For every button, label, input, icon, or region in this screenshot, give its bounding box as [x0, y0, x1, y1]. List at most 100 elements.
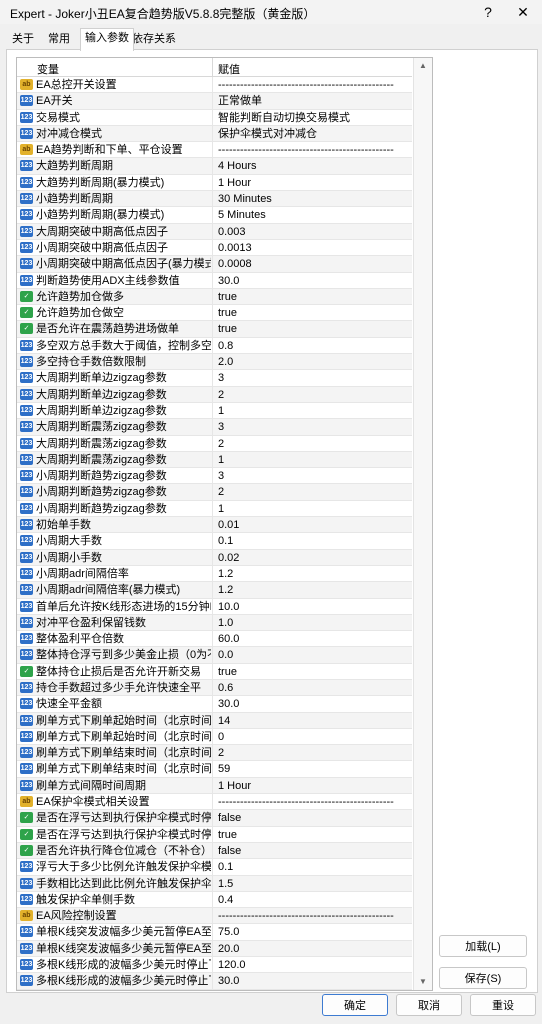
table-row[interactable]: 123 小趋势判断周期 30 Minutes — [17, 191, 412, 208]
table-row[interactable]: ✓ 整体持仓止损后是否允许开新交易 true — [17, 663, 412, 680]
scroll-up-icon[interactable]: ▲ — [414, 58, 432, 74]
param-value[interactable]: 保护伞模式对冲减仓 — [218, 127, 410, 141]
param-value[interactable]: ----------------------------------------… — [218, 143, 410, 157]
table-row[interactable]: ✓ 是否允许执行降仓位减仓（不补仓） false — [17, 842, 412, 860]
table-row[interactable]: 123 小周期判断趋势zigzag参数 1 — [17, 500, 412, 518]
param-value[interactable]: 0.0 — [218, 648, 410, 662]
param-value[interactable]: 75.0 — [218, 925, 410, 939]
param-value[interactable]: 1 — [218, 404, 410, 418]
ok-button[interactable]: 确定 — [322, 994, 388, 1016]
table-row[interactable]: 123刷单方式下刷单起始时间（北京时间）(时) 14 — [17, 712, 412, 729]
table-row[interactable]: ab EA总控开关设置 ------------------------------… — [17, 77, 412, 94]
table-row[interactable]: 123 小周期突破中期高低点因子(暴力模式) 0.0008 — [17, 256, 412, 273]
param-value[interactable]: 30.0 — [218, 974, 410, 988]
table-row[interactable]: 123 大周期判断单边zigzag参数 2 — [17, 386, 412, 403]
table-row[interactable]: 123单根K线突发波幅多少美元暂停EA至收盘 75.0 — [17, 924, 412, 941]
table-row[interactable]: 123 EA开关 正常做单 — [17, 93, 412, 110]
table-row[interactable]: 123 小周期adr间隔倍率(暴力模式) 1.2 — [17, 582, 412, 599]
table-row[interactable]: ab EA趋势判断和下单、平仓设置 ------------------------… — [17, 142, 412, 159]
table-row[interactable]: 123 大周期判断单边zigzag参数 3 — [17, 370, 412, 387]
param-value[interactable]: 1.2 — [218, 583, 410, 597]
table-row[interactable]: 123 大周期判断单边zigzag参数 1 — [17, 402, 412, 420]
tab-common[interactable]: 常用 — [44, 30, 74, 48]
table-row[interactable]: 123单根K线突发波幅多少美元暂停EA至收盘(?... 20.0 — [17, 940, 412, 958]
param-value[interactable]: 1 Hour — [218, 176, 410, 190]
param-value[interactable]: 1 — [218, 453, 410, 467]
param-value[interactable]: 59 — [218, 762, 410, 776]
param-value[interactable]: 1.0 — [218, 616, 410, 630]
table-row[interactable]: 123多根K线形成的波幅多少美元时停止下首单 120.0 — [17, 957, 412, 974]
table-row[interactable]: 123 初始单手数 0.01 — [17, 517, 412, 534]
table-row[interactable]: 123手数相比达到此比例允许触发保护伞模式 1.5 — [17, 875, 412, 892]
save-button[interactable]: 保存(S) — [439, 967, 527, 989]
param-value[interactable]: true — [218, 290, 410, 304]
param-value[interactable]: 智能判断自动切换交易模式 — [218, 111, 410, 125]
param-value[interactable]: 0.003 — [218, 225, 410, 239]
table-row[interactable]: 123 判断趋势使用ADX主线参数值 30.0 — [17, 272, 412, 289]
param-value[interactable]: false — [218, 811, 410, 825]
param-value[interactable]: 14 — [218, 714, 410, 728]
header-value[interactable]: 赋值 — [218, 61, 240, 77]
param-value[interactable]: 120.0 — [218, 958, 410, 972]
tab-inputs[interactable]: 输入参数 — [80, 28, 134, 51]
param-value[interactable]: 0.01 — [218, 518, 410, 532]
param-value[interactable]: 1.5 — [218, 877, 410, 891]
close-button[interactable]: ✕ — [505, 0, 541, 24]
table-row[interactable]: 123 浮亏大于多少比例允许触发保护伞模式 0.1 — [17, 859, 412, 876]
table-row[interactable]: 123 对冲平仓盈利保留钱数 1.0 — [17, 614, 412, 632]
param-value[interactable]: 0 — [218, 730, 410, 744]
table-row[interactable]: 123 小周期adr间隔倍率 1.2 — [17, 565, 412, 583]
help-button[interactable]: ? — [470, 0, 506, 24]
param-value[interactable]: 2.0 — [218, 355, 410, 369]
param-value[interactable]: 0.8 — [218, 339, 410, 353]
param-value[interactable]: 0.0013 — [218, 241, 410, 255]
param-value[interactable]: 4 Hours — [218, 159, 410, 173]
param-value[interactable]: ----------------------------------------… — [218, 795, 410, 809]
param-value[interactable]: 20.0 — [218, 942, 410, 956]
table-row[interactable]: ✓是否在浮亏达到执行保护伞模式时停止票?... true — [17, 826, 412, 843]
table-row[interactable]: 123 小周期判断趋势zigzag参数 2 — [17, 484, 412, 501]
param-value[interactable]: 1 — [218, 502, 410, 516]
table-row[interactable]: ✓ 允许趋势加仓做空 true — [17, 305, 412, 322]
table-row[interactable]: 123 大趋势判断周期(暴力模式) 1 Hour — [17, 174, 412, 192]
table-row[interactable]: 123多空双方总手数大于阈值，控制多空手数?... 0.8 — [17, 337, 412, 355]
param-value[interactable]: true — [218, 665, 410, 679]
param-value[interactable]: 1 Hour — [218, 779, 410, 793]
param-value[interactable]: 0.6 — [218, 681, 410, 695]
table-row[interactable]: ab EA风险控制设置 ------------------------------… — [17, 908, 412, 925]
tab-dependencies[interactable]: 依存关系 — [128, 30, 180, 48]
table-row[interactable]: 123 大趋势判断周期 4 Hours — [17, 158, 412, 175]
table-row[interactable]: 123 小周期小手数 0.02 — [17, 549, 412, 566]
table-row[interactable]: ✓是否在浮亏达到执行保护伞模式时停止票?... false — [17, 810, 412, 827]
param-value[interactable]: 0.0008 — [218, 257, 410, 271]
table-row[interactable]: 123 小周期大手数 0.1 — [17, 533, 412, 550]
param-value[interactable]: true — [218, 306, 410, 320]
table-row[interactable]: ✓ 允许趋势加仓做多 true — [17, 288, 412, 306]
param-value[interactable]: 正常做单 — [218, 94, 410, 108]
param-value[interactable]: 0.4 — [218, 893, 410, 907]
table-row[interactable]: 123 小趋势判断周期(暴力模式) 5 Minutes — [17, 207, 412, 224]
table-row[interactable]: 123 交易模式 智能判断自动切换交易模式 — [17, 109, 412, 126]
param-value[interactable]: false — [218, 844, 410, 858]
table-row[interactable]: 123 大周期突破中期高低点因子 0.003 — [17, 223, 412, 240]
param-value[interactable]: 3 — [218, 371, 410, 385]
table-row[interactable]: 123首单后允许按K线形态进场的15分钟K线?... 10.0 — [17, 598, 412, 615]
param-value[interactable]: true — [218, 322, 410, 336]
param-value[interactable]: 2 — [218, 746, 410, 760]
load-button[interactable]: 加载(L) — [439, 935, 527, 957]
param-value[interactable]: 2 — [218, 485, 410, 499]
param-value[interactable]: ----------------------------------------… — [218, 78, 410, 92]
table-row[interactable]: 123 持仓手数超过多少手允许快速全平 0.6 — [17, 679, 412, 697]
header-divider[interactable] — [212, 58, 213, 76]
table-row[interactable]: 123整体持仓浮亏到多少美金止损（0为不止?... 0.0 — [17, 647, 412, 664]
table-row[interactable]: 123 对冲减仓模式 保护伞模式对冲减仓 — [17, 125, 412, 143]
table-row[interactable]: 123 整体盈利平仓倍数 60.0 — [17, 631, 412, 648]
table-row[interactable]: 123 小周期判断趋势zigzag参数 3 — [17, 468, 412, 485]
param-value[interactable]: ----------------------------------------… — [218, 909, 410, 923]
scroll-down-icon[interactable]: ▼ — [414, 974, 432, 990]
param-value[interactable]: 60.0 — [218, 632, 410, 646]
table-row[interactable]: ab EA保护伞模式相关设置 ---------------------------… — [17, 794, 412, 811]
param-value[interactable]: 30.0 — [218, 697, 410, 711]
param-value[interactable]: 10.0 — [218, 600, 410, 614]
table-row[interactable]: 123刷单方式下刷单结束时间（北京时间）(时) 2 — [17, 745, 412, 762]
